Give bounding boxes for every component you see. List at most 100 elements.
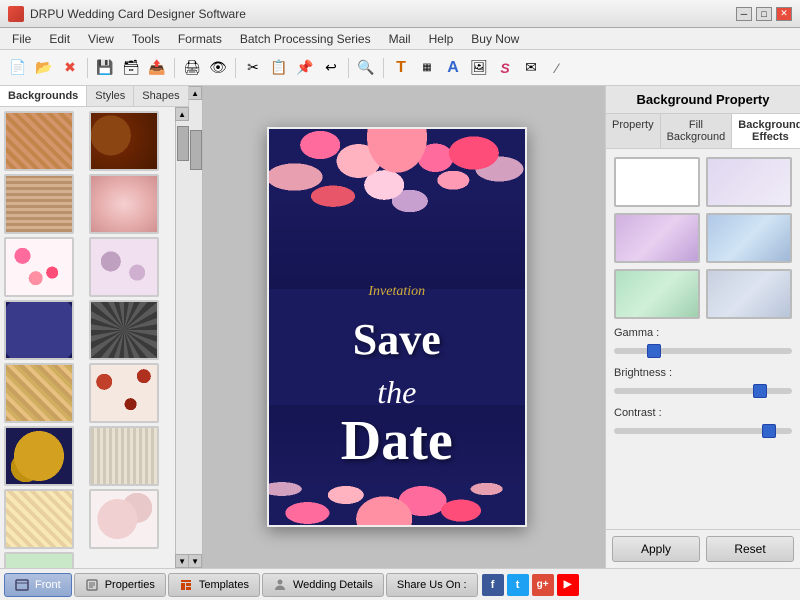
gamma-slider[interactable] (614, 348, 792, 354)
tab-background-effects[interactable]: Background Effects (732, 114, 800, 148)
bg-thumb-15[interactable] (4, 552, 74, 568)
menu-view[interactable]: View (80, 30, 122, 48)
bg-thumb-13[interactable] (4, 489, 74, 549)
brightness-slider-row (614, 383, 792, 397)
save-button[interactable]: 💾 (93, 56, 117, 80)
bg-thumb-11[interactable] (4, 426, 74, 486)
barcode-button[interactable]: ▦ (415, 56, 439, 80)
bg-thumb-14[interactable] (89, 489, 159, 549)
contrast-slider[interactable] (614, 428, 792, 434)
effect-thumb-1[interactable] (706, 157, 792, 207)
facebook-icon[interactable]: f (482, 574, 504, 596)
bg-thumb-4[interactable] (89, 174, 159, 234)
font-button[interactable]: A (441, 56, 465, 80)
effects-grid (614, 157, 792, 319)
brightness-slider-container (614, 383, 792, 397)
right-panel-title: Background Property (606, 86, 800, 114)
tab-backgrounds[interactable]: Backgrounds (0, 86, 87, 106)
right-panel: Background Property Property Fill Backgr… (605, 86, 800, 568)
left-scrollbar[interactable]: ▲ ▼ (175, 107, 189, 568)
signature-button[interactable]: S (493, 56, 517, 80)
brightness-section: Brightness : (614, 367, 792, 397)
preview-button[interactable]: 👁 (206, 56, 230, 80)
youtube-icon[interactable]: ▶ (557, 574, 579, 596)
front-button[interactable]: Front (4, 573, 72, 597)
open-button[interactable]: 📂 (32, 56, 56, 80)
draw-button[interactable]: ⁄ (545, 56, 569, 80)
effect-thumb-3[interactable] (706, 213, 792, 263)
effect-thumb-4[interactable] (614, 269, 700, 319)
text-button[interactable]: T (389, 56, 413, 80)
zoom-button[interactable]: 🔍 (354, 56, 378, 80)
wedding-details-button[interactable]: Wedding Details (262, 573, 384, 597)
flower-decoration-top (269, 129, 525, 289)
print-button[interactable]: 🖨 (180, 56, 204, 80)
effect-thumb-none[interactable] (614, 157, 700, 207)
apply-button[interactable]: Apply (612, 536, 700, 562)
save-all-button[interactable]: 🗃 (119, 56, 143, 80)
bg-thumb-8[interactable] (89, 300, 159, 360)
contrast-slider-row (614, 423, 792, 437)
canvas-scrollbar-v[interactable]: ▲ ▼ (189, 86, 203, 568)
close-button[interactable]: ✕ (776, 7, 792, 21)
scroll-up-button[interactable]: ▲ (175, 107, 189, 121)
bg-thumb-6[interactable] (89, 237, 159, 297)
gamma-section: Gamma : (614, 327, 792, 357)
tab-fill-background[interactable]: Fill Background (661, 114, 733, 148)
properties-button[interactable]: Properties (74, 573, 166, 597)
scroll-thumb-vertical[interactable] (177, 126, 189, 161)
bg-thumb-3[interactable] (4, 174, 74, 234)
menu-tools[interactable]: Tools (124, 30, 168, 48)
scroll-down-button[interactable]: ▼ (175, 554, 189, 568)
menu-buy-now[interactable]: Buy Now (463, 30, 527, 48)
paste-button[interactable]: 📌 (293, 56, 317, 80)
copy-button[interactable]: 📋 (267, 56, 291, 80)
menu-formats[interactable]: Formats (170, 30, 230, 48)
minimize-button[interactable]: ─ (736, 7, 752, 21)
effect-thumb-2[interactable] (614, 213, 700, 263)
tab-styles[interactable]: Styles (87, 86, 134, 106)
toolbar: 📄 📂 ✖ 💾 🗃 📤 🖨 👁 ✂ 📋 📌 ↩ 🔍 T ▦ A 🖼 S ✉ ⁄ (0, 50, 800, 86)
effect-thumb-5[interactable] (706, 269, 792, 319)
bg-thumb-1[interactable] (4, 111, 74, 171)
canvas-scroll-up[interactable]: ▲ (189, 86, 203, 100)
canvas-scroll-thumb[interactable] (190, 130, 202, 170)
tab-shapes[interactable]: Shapes (134, 86, 188, 106)
templates-button[interactable]: Templates (168, 573, 260, 597)
menu-help[interactable]: Help (421, 30, 462, 48)
menu-edit[interactable]: Edit (41, 30, 78, 48)
bg-thumb-12[interactable] (89, 426, 159, 486)
bg-thumb-2[interactable] (89, 111, 159, 171)
bg-thumb-5[interactable] (4, 237, 74, 297)
contrast-label: Contrast : (614, 407, 792, 419)
menu-mail[interactable]: Mail (381, 30, 419, 48)
title-bar: DRPU Wedding Card Designer Software ─ □ … (0, 0, 800, 28)
brightness-slider[interactable] (614, 388, 792, 394)
cut-button[interactable]: ✂ (241, 56, 265, 80)
close-file-button[interactable]: ✖ (58, 56, 82, 80)
new-button[interactable]: 📄 (6, 56, 30, 80)
app-icon (8, 6, 24, 22)
front-icon (15, 578, 29, 592)
undo-button[interactable]: ↩ (319, 56, 343, 80)
googleplus-icon[interactable]: g+ (532, 574, 554, 596)
reset-button[interactable]: Reset (706, 536, 794, 562)
main-area: Backgrounds Styles Shapes (0, 86, 800, 568)
twitter-icon[interactable]: t (507, 574, 529, 596)
maximize-button[interactable]: □ (756, 7, 772, 21)
email-button[interactable]: ✉ (519, 56, 543, 80)
image-button[interactable]: 🖼 (467, 56, 491, 80)
menu-file[interactable]: File (4, 30, 39, 48)
bg-thumb-7[interactable] (4, 300, 74, 360)
right-action-buttons: Apply Reset (606, 529, 800, 568)
bg-thumb-9[interactable] (4, 363, 74, 423)
menu-batch-processing[interactable]: Batch Processing Series (232, 30, 379, 48)
tab-property[interactable]: Property (606, 114, 661, 148)
properties-icon (85, 578, 99, 592)
canvas-scroll-down[interactable]: ▼ (189, 554, 203, 568)
gamma-label: Gamma : (614, 327, 792, 339)
export-button[interactable]: 📤 (145, 56, 169, 80)
bg-thumb-10[interactable] (89, 363, 159, 423)
wedding-card: Invetation Save the Date (267, 127, 527, 527)
left-tab-bar: Backgrounds Styles Shapes (0, 86, 189, 107)
